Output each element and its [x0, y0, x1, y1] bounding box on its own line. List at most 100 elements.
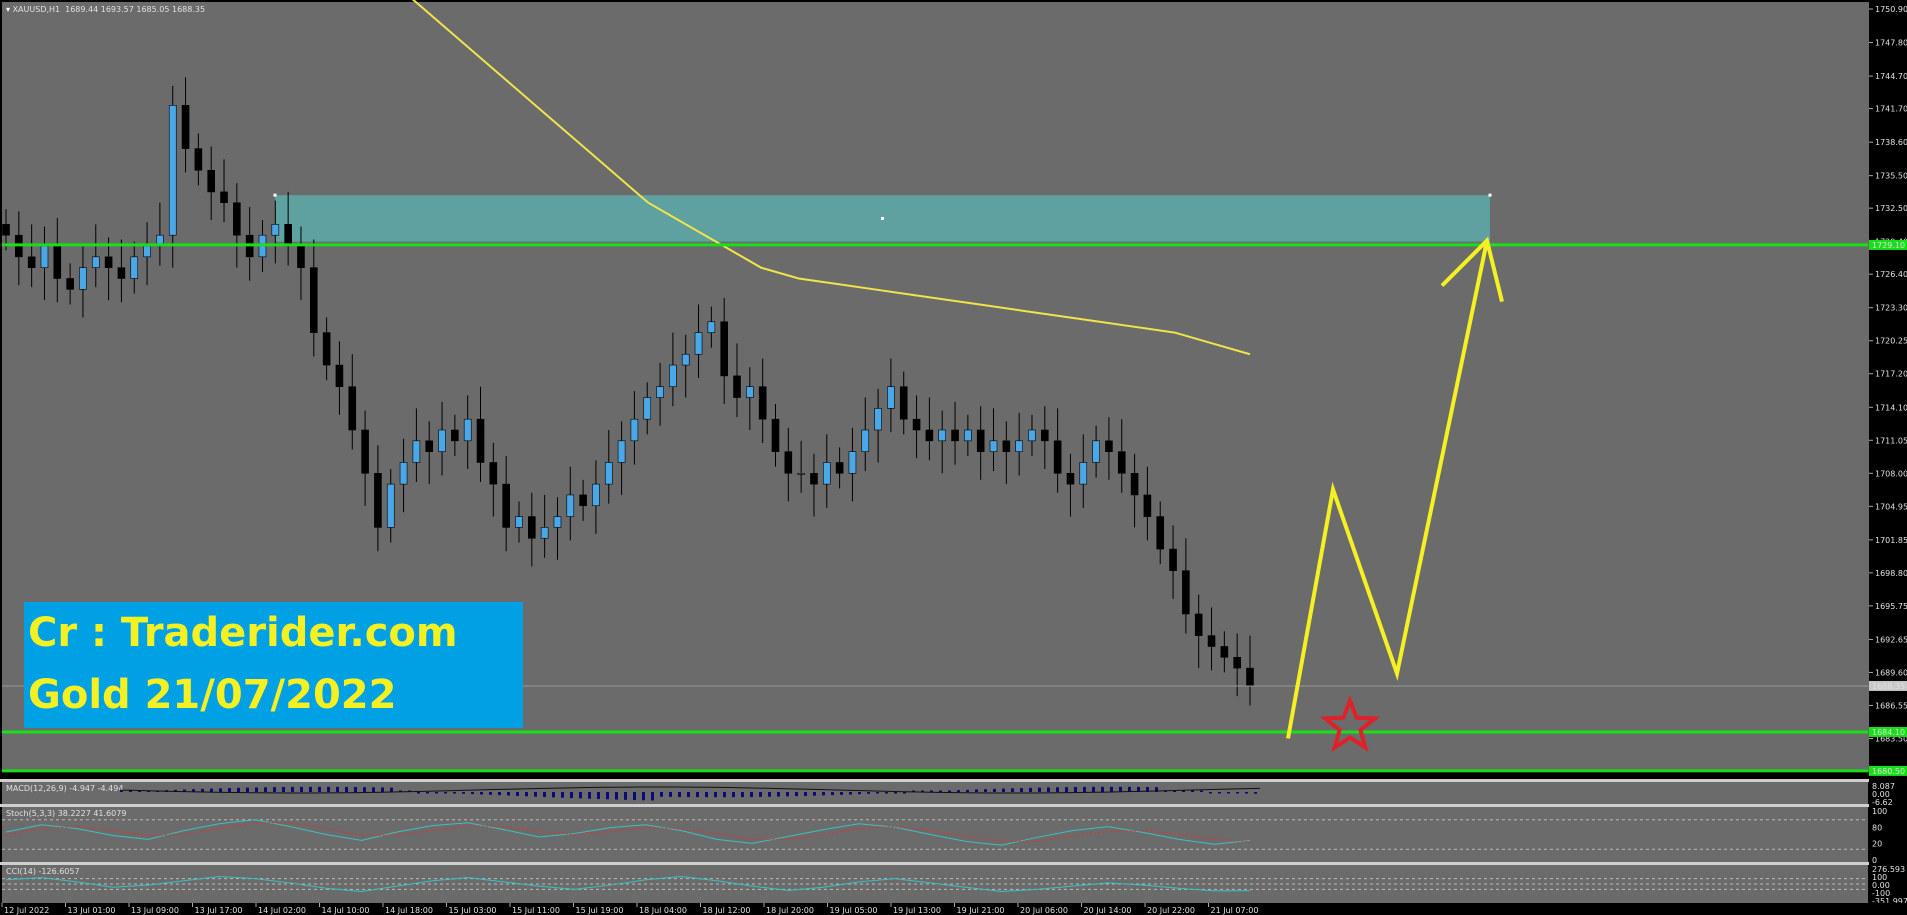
macd-histogram-bar: [1065, 787, 1068, 792]
macd-histogram-bar: [876, 792, 879, 794]
macd-histogram-bar: [867, 792, 870, 794]
macd-histogram-bar: [687, 792, 690, 798]
price-tick-label: 1723.30: [1875, 304, 1907, 313]
macd-histogram-bar: [237, 787, 240, 792]
candle-body: [309, 267, 318, 333]
price-tick-label: 1747.80: [1875, 39, 1907, 48]
macd-histogram-bar: [1245, 792, 1248, 794]
candle-body: [874, 408, 882, 431]
candle-body: [835, 462, 844, 474]
macd-histogram-bar: [318, 786, 321, 792]
candle-body: [374, 472, 382, 528]
candle-body: [27, 256, 36, 268]
candle-body: [194, 148, 203, 171]
macd-histogram-bar: [336, 786, 339, 792]
price-tick-label: 1726.40: [1875, 270, 1907, 279]
candle-body: [1105, 440, 1113, 452]
macd-histogram-bar: [246, 787, 249, 792]
candle-body: [592, 483, 600, 507]
time-tick-label: 14 Jul 10:00: [322, 906, 370, 915]
macd-histogram-bar: [525, 792, 528, 797]
candle-body: [1182, 570, 1190, 615]
zone-handle[interactable]: [273, 193, 277, 197]
macd-histogram-bar: [894, 792, 897, 794]
macd-histogram-bar: [723, 792, 726, 798]
macd-histogram-bar: [390, 787, 393, 792]
candle-body: [810, 472, 818, 485]
candle-body: [989, 440, 998, 452]
candle-body: [1066, 472, 1075, 485]
candle-body: [887, 386, 895, 409]
candle-body: [1117, 451, 1126, 474]
macd-histogram-bar: [705, 792, 708, 798]
macd-histogram-bar: [453, 792, 456, 794]
candle-body: [1143, 494, 1152, 517]
candle-body: [130, 256, 139, 279]
macd-histogram-bar: [579, 792, 582, 799]
candle-body: [361, 429, 369, 474]
time-tick-label: 18 Jul 12:00: [703, 906, 751, 915]
candle-body: [117, 267, 126, 279]
macd-histogram-bar: [813, 792, 816, 796]
candle-body: [925, 429, 934, 442]
macd-histogram-bar: [327, 786, 330, 792]
candle-body: [271, 224, 280, 236]
candle-body: [540, 527, 549, 539]
macd-histogram-bar: [777, 792, 780, 797]
candle-body: [1169, 548, 1177, 571]
time-tick-label: 13 Jul 17:00: [195, 906, 243, 915]
candle-body: [181, 105, 190, 149]
candle-body: [771, 418, 780, 452]
macd-histogram-bar: [1227, 792, 1230, 794]
candle-body: [284, 224, 292, 247]
time-tick-label: 13 Jul 01:00: [68, 906, 116, 915]
candle-body: [463, 418, 472, 442]
zone-handle[interactable]: [1488, 193, 1492, 197]
macd-label: MACD(12,26,9) -4.947 -4.494: [6, 784, 123, 793]
macd-histogram-bar: [570, 792, 573, 799]
candle-body: [53, 245, 62, 279]
macd-histogram-bar: [471, 792, 474, 795]
candle-body: [1079, 462, 1088, 485]
chart-canvas: MACD(12,26,9) -4.947 -4.494 Stoch(5,3,3) …: [0, 0, 1907, 915]
macd-histogram-bar: [534, 792, 537, 797]
time-tick-label: 19 Jul 05:00: [830, 906, 878, 915]
candle-body: [1041, 429, 1049, 442]
candle-body: [1015, 440, 1023, 452]
time-tick-label: 13 Jul 09:00: [131, 906, 179, 915]
candle-body: [822, 462, 831, 485]
symbol-label: XAUUSD,H1: [13, 5, 61, 14]
macd-histogram-bar: [597, 792, 600, 800]
macd-histogram-bar: [255, 787, 258, 792]
candle-body: [168, 105, 177, 236]
time-axis: 12 Jul 2022 13 Jul 01:00 13 Jul 09:00 13 Ju…: [0, 903, 1907, 915]
candle-body: [579, 494, 587, 507]
candle-body: [784, 451, 793, 474]
price-tick-label: 1738.60: [1875, 138, 1907, 147]
macd-histogram-bar: [1056, 787, 1059, 792]
macd-histogram-bar: [588, 792, 591, 799]
macd-histogram-bar: [615, 792, 618, 800]
time-tick-label: 14 Jul 18:00: [385, 906, 433, 915]
time-tick-label: 20 Jul 06:00: [1020, 906, 1068, 915]
candle-body: [912, 418, 921, 431]
level-price-label: 1729.10: [1872, 241, 1905, 250]
candle-body: [964, 429, 972, 442]
candle-body: [1156, 516, 1165, 550]
time-tick-label: 19 Jul 21:00: [957, 906, 1005, 915]
time-tick-label: 12 Jul 2022: [4, 906, 49, 915]
macd-histogram-bar: [210, 788, 213, 792]
macd-histogram-bar: [120, 790, 123, 792]
macd-histogram-bar: [849, 792, 852, 795]
macd-histogram-bar: [219, 788, 222, 792]
current-price-label: 1688.35: [1872, 682, 1905, 691]
zone-handle[interactable]: [881, 216, 884, 220]
candle-body: [758, 386, 767, 420]
candle-body: [938, 429, 947, 442]
watermark-line-1: Cr : Traderider.com: [28, 610, 458, 656]
candle-body: [681, 353, 690, 366]
level-price-label: 1680.50: [1872, 767, 1905, 776]
price-tick-label: 1735.50: [1875, 172, 1907, 181]
macd-histogram-bar: [1119, 786, 1122, 792]
macd-histogram-bar: [498, 792, 501, 796]
